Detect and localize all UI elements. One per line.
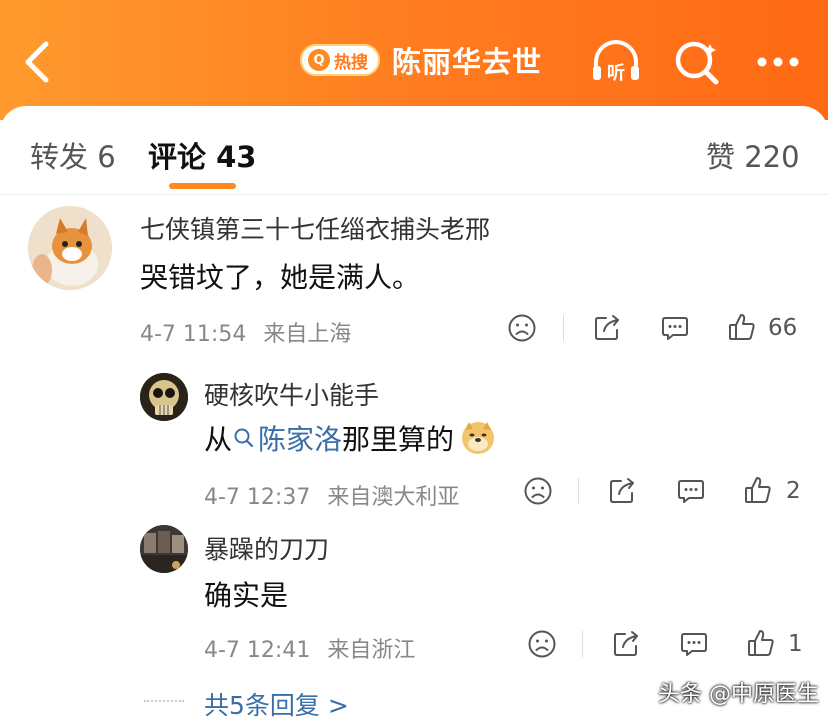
reply-location: 来自澳大利亚 xyxy=(327,485,460,510)
top-bar: Q 热搜 陈丽华去世 听 xyxy=(0,0,828,120)
separator xyxy=(582,631,583,657)
divider xyxy=(0,194,828,195)
reply-username[interactable]: 硬核吹牛小能手 xyxy=(204,376,379,412)
skull-avatar-image xyxy=(140,373,188,421)
like-count: 1 xyxy=(788,631,803,657)
topic-title: 陈丽华去世 xyxy=(392,45,543,79)
tab-active-indicator xyxy=(169,183,236,189)
more-icon[interactable] xyxy=(752,38,804,86)
emoji-sad-icon[interactable] xyxy=(523,476,553,506)
comment-icon[interactable] xyxy=(676,476,706,506)
reply-time: 4-7 12:41 xyxy=(204,638,311,663)
search-icon[interactable] xyxy=(672,38,724,86)
reply-username[interactable]: 暴躁的刀刀 xyxy=(204,530,329,566)
like-count: 66 xyxy=(768,315,798,341)
tab-repost[interactable]: 转发 6 xyxy=(30,134,116,176)
reply-location: 来自浙江 xyxy=(327,638,416,663)
reply-text-suffix: 那里算的 xyxy=(342,423,455,456)
like-count: 2 xyxy=(786,478,801,504)
topic-link[interactable]: 陈家洛 xyxy=(232,418,342,458)
comment-sheet: 转发 6 评论 43 赞 220 xyxy=(0,106,828,717)
doge-emoji-icon xyxy=(462,422,495,454)
reply-meta: 4-7 12:41 来自浙江 xyxy=(204,632,415,664)
separator xyxy=(563,315,564,341)
reply-text: 确实是 xyxy=(204,579,289,612)
hot-search-badge: Q 热搜 xyxy=(300,44,380,76)
reply-text: 从 陈家洛 那里算的 xyxy=(204,418,496,458)
comment-location: 来自上海 xyxy=(263,322,352,347)
listen-icon[interactable]: 听 xyxy=(590,38,642,86)
comment-meta: 4-7 11:54 来自上海 xyxy=(140,316,351,348)
dark-avatar-image xyxy=(140,525,188,573)
comment-icon[interactable] xyxy=(660,313,690,343)
share-icon[interactable] xyxy=(592,313,622,343)
tab-likes[interactable]: 赞 220 xyxy=(706,134,800,176)
watermark: 头条 @中原医生 xyxy=(658,682,819,707)
tab-bar: 转发 6 评论 43 赞 220 xyxy=(0,106,828,194)
reply-text-prefix: 从 xyxy=(204,423,233,456)
cat-avatar-image xyxy=(28,206,112,290)
avatar[interactable] xyxy=(140,373,188,421)
comment-icon[interactable] xyxy=(679,629,709,659)
comment-text: 哭错坟了，她是满人。 xyxy=(140,261,421,294)
search-icon xyxy=(234,428,254,448)
tab-comments[interactable]: 评论 43 xyxy=(148,134,256,176)
share-icon[interactable] xyxy=(611,629,641,659)
avatar[interactable] xyxy=(140,525,188,573)
divider xyxy=(144,700,184,702)
reply-meta: 4-7 12:37 来自澳大利亚 xyxy=(204,479,459,511)
reply-time: 4-7 12:37 xyxy=(204,485,311,510)
separator xyxy=(578,478,579,504)
like-icon[interactable] xyxy=(743,475,773,505)
comment-time: 4-7 11:54 xyxy=(140,322,247,347)
hot-search-badge-label: 热搜 xyxy=(334,52,368,73)
avatar[interactable] xyxy=(28,206,112,290)
listen-label: 听 xyxy=(607,62,625,84)
search-icon: Q xyxy=(308,49,330,71)
like-icon[interactable] xyxy=(746,628,776,658)
emoji-sad-icon[interactable] xyxy=(527,629,557,659)
emoji-sad-icon[interactable] xyxy=(507,313,537,343)
share-icon[interactable] xyxy=(607,476,637,506)
topic-link-label: 陈家洛 xyxy=(258,423,343,456)
like-icon[interactable] xyxy=(727,312,757,342)
chevron-left-icon[interactable] xyxy=(18,38,58,86)
comment-username[interactable]: 七侠镇第三十七任缁衣捕头老邢 xyxy=(140,210,490,246)
hot-search-topic[interactable]: Q 热搜 陈丽华去世 xyxy=(300,40,542,80)
more-replies-link[interactable]: 共5条回复 > xyxy=(204,686,349,717)
